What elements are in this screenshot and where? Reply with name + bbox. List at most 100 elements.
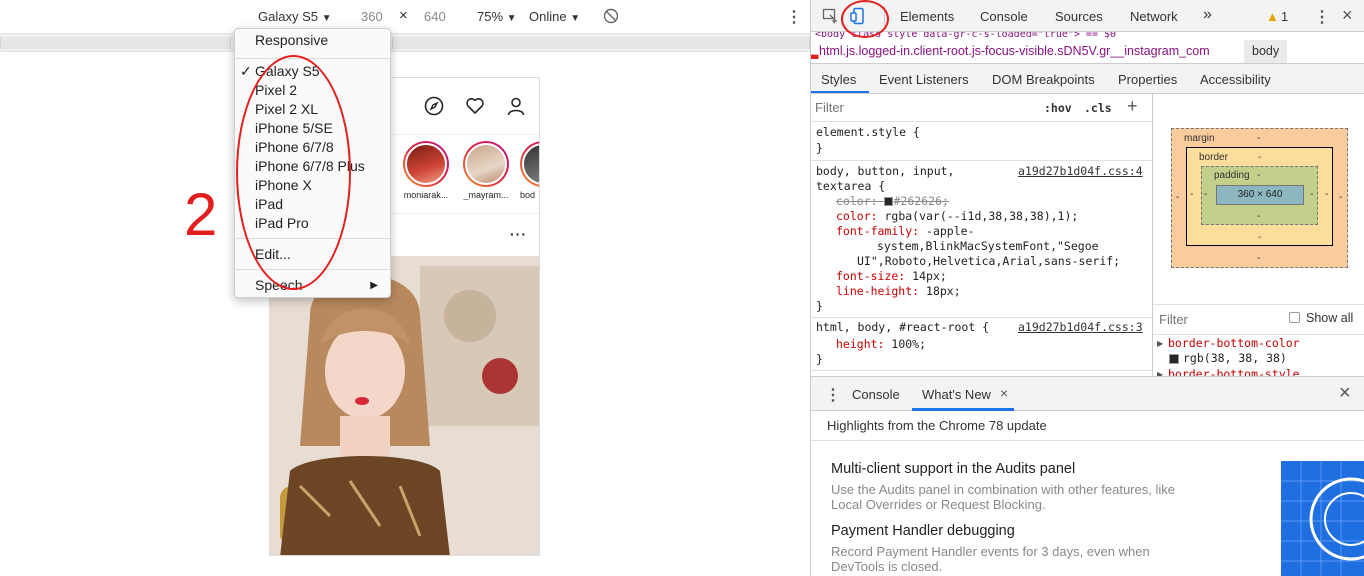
tab-elements[interactable]: Elements <box>900 9 954 24</box>
styles-filter-input[interactable] <box>815 97 1033 118</box>
new-rule-icon[interactable]: + <box>1127 96 1138 117</box>
box-model-border[interactable]: border - - - - padding - - - - 360 × 640 <box>1186 147 1333 246</box>
annotation-number-one: 1 <box>811 10 821 70</box>
computed-property-name[interactable]: border-bottom-style <box>1168 367 1300 376</box>
dropdown-arrow-icon: ▼ <box>506 13 517 24</box>
warning-count: 1 <box>1281 9 1289 24</box>
story-item[interactable]: moniarak... <box>400 141 452 200</box>
story-username: _mayram... <box>463 190 509 200</box>
throttle-select-label: Online <box>529 9 567 24</box>
tab-sources[interactable]: Sources <box>1055 9 1103 24</box>
active-tab-indicator <box>811 91 869 93</box>
rule-selector[interactable]: html, body, #react-root { <box>816 320 989 335</box>
more-options-icon[interactable]: ⋮ <box>786 7 802 27</box>
tab-styles[interactable]: Styles <box>821 72 856 87</box>
zoom-select[interactable]: 75% ▼ <box>477 9 517 24</box>
tab-properties[interactable]: Properties <box>1118 72 1177 87</box>
rule-close-brace: } <box>816 352 823 366</box>
post-photo[interactable] <box>270 256 539 555</box>
css-property[interactable]: line-height: 18px; <box>836 284 961 299</box>
inspect-element-icon[interactable] <box>822 8 838 27</box>
css-property[interactable]: font-family: -apple- <box>836 224 974 239</box>
computed-filter-input[interactable] <box>1159 309 1269 329</box>
class-toggle[interactable]: .cls <box>1084 101 1112 115</box>
annotation-ellipse-device-list <box>236 55 351 290</box>
height-input[interactable]: 640 <box>424 9 446 24</box>
property-value: 14px; <box>905 269 947 283</box>
close-devtools-icon[interactable]: × <box>1342 5 1353 26</box>
feature-title[interactable]: Payment Handler debugging <box>831 523 1015 539</box>
explore-icon[interactable] <box>424 96 446 118</box>
tab-network[interactable]: Network <box>1130 9 1178 24</box>
media-query-bar[interactable] <box>0 34 810 52</box>
rule-source-link[interactable]: a19d27b1d04f.css:4 <box>1018 164 1143 179</box>
drawer-menu-icon[interactable]: ⋮ <box>825 385 841 405</box>
story-item[interactable]: _mayram... <box>460 141 512 200</box>
close-drawer-icon[interactable]: × <box>1339 382 1351 405</box>
rotate-icon[interactable] <box>603 8 619 27</box>
property-name: color: <box>836 194 878 208</box>
tab-dom-breakpoints[interactable]: DOM Breakpoints <box>992 72 1095 87</box>
property-value: 18px; <box>919 284 961 298</box>
box-model-pane: margin - - - - border - - - - padding - … <box>1153 94 1364 376</box>
css-property[interactable]: height: 100%; <box>836 337 926 352</box>
more-tabs-icon[interactable]: » <box>1203 6 1212 24</box>
drawer-tab-whats-new[interactable]: What's New <box>922 387 991 402</box>
hover-state-toggle[interactable]: :hov <box>1044 101 1072 115</box>
menu-item-label: Responsive <box>255 32 329 48</box>
computed-property-name[interactable]: border-bottom-color <box>1168 336 1300 351</box>
rule-selector[interactable]: body, button, input, <box>816 164 954 179</box>
rule-separator <box>811 160 1152 161</box>
show-all-label: Show all <box>1306 311 1354 325</box>
show-all-checkbox[interactable] <box>1289 312 1300 323</box>
whats-new-header: Highlights from the Chrome 78 update <box>811 411 1364 441</box>
device-select[interactable]: Galaxy S5 ▼ <box>258 9 332 24</box>
property-name: line-height: <box>836 284 920 298</box>
device-toolbar: Galaxy S5 ▼ 360 × 640 75% ▼ Online ▼ ⋮ <box>0 0 810 34</box>
devtools-panel: Elements Console Sources Network » ▲ 1 ⋮… <box>810 0 1364 576</box>
padding-label: padding <box>1214 170 1250 181</box>
breadcrumb-body[interactable]: body <box>1244 40 1288 63</box>
story-item[interactable]: bod <box>520 141 539 200</box>
throttle-select[interactable]: Online ▼ <box>529 9 580 24</box>
element-style-selector[interactable]: element.style { <box>816 125 920 140</box>
feature-description: Use the Audits panel in combination with… <box>831 482 1175 497</box>
rule-source-link[interactable]: a19d27b1d04f.css:3 <box>1018 320 1143 335</box>
rule-selector[interactable]: textarea { <box>816 179 885 194</box>
box-model-content[interactable]: 360 × 640 <box>1216 185 1304 205</box>
rule-separator <box>811 370 1152 371</box>
css-property[interactable]: color: rgba(var(--i1d,38,38,38),1); <box>836 209 1078 224</box>
box-model-margin[interactable]: margin - - - - border - - - - padding - … <box>1171 128 1348 268</box>
dropdown-arrow-icon: ▼ <box>570 13 581 24</box>
devtools-tab-bar: Elements Console Sources Network » ▲ 1 ⋮… <box>811 0 1364 32</box>
tab-console[interactable]: Console <box>980 9 1028 24</box>
device-select-label: Galaxy S5 <box>258 9 318 24</box>
close-tab-icon[interactable]: × <box>1000 385 1008 401</box>
overridden-property[interactable]: color: #262626; <box>836 194 949 209</box>
menu-item-responsive[interactable]: Responsive <box>235 31 390 50</box>
breadcrumb: html.js.logged-in.client-root.js-focus-v… <box>811 40 1364 64</box>
heart-icon[interactable] <box>465 96 487 118</box>
profile-icon[interactable] <box>506 96 528 118</box>
elements-subtab-bar: Styles Event Listeners DOM Breakpoints P… <box>811 64 1364 94</box>
property-value: 100%; <box>884 337 927 351</box>
padding-bottom-value: - <box>1257 211 1261 222</box>
computed-property-value: rgb(38, 38, 38) <box>1183 351 1287 365</box>
dom-tree-line[interactable]: <body class style data-gr-c-s-loaded="tr… <box>811 32 1364 40</box>
expand-arrow-icon[interactable]: ▶ <box>1157 339 1163 348</box>
drawer-tab-console[interactable]: Console <box>852 387 900 402</box>
box-model-padding[interactable]: padding - - - - 360 × 640 <box>1201 166 1318 225</box>
color-swatch[interactable] <box>1169 354 1179 364</box>
story-username: bod <box>520 190 536 200</box>
settings-menu-icon[interactable]: ⋮ <box>1314 7 1330 27</box>
tab-accessibility[interactable]: Accessibility <box>1200 72 1271 87</box>
tab-event-listeners[interactable]: Event Listeners <box>879 72 969 87</box>
feature-title[interactable]: Multi-client support in the Audits panel <box>831 461 1075 477</box>
post-more-icon[interactable]: ··· <box>510 226 527 242</box>
warning-icon[interactable]: ▲ <box>1266 9 1279 24</box>
border-top-value: - <box>1258 152 1262 163</box>
dropdown-arrow-icon: ▼ <box>321 13 332 24</box>
width-input[interactable]: 360 <box>361 9 383 24</box>
css-property[interactable]: font-size: 14px; <box>836 269 947 284</box>
breadcrumb-html[interactable]: html.js.logged-in.client-root.js-focus-v… <box>819 44 1210 58</box>
